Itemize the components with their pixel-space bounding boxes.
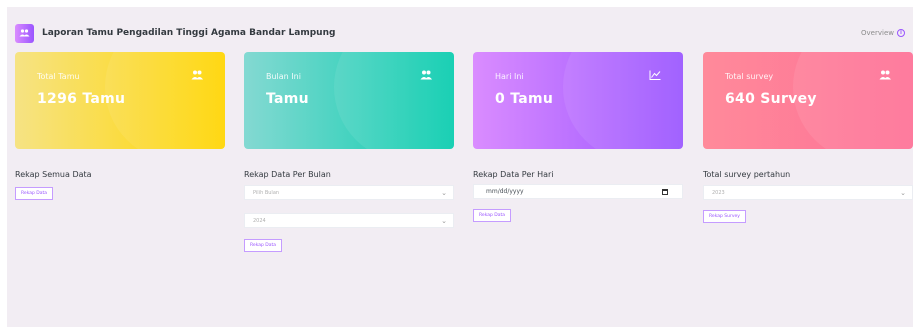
rekap-survey-button[interactable]: Rekap Survey: [703, 210, 746, 223]
users-icon: [15, 23, 34, 43]
survey-year-value: 2023: [712, 189, 725, 196]
section-rekap-semua: Rekap Semua Data Rekap Data: [15, 170, 229, 200]
chevron-down-icon: ⌄: [441, 189, 447, 197]
card-label: Total Tamu: [37, 72, 80, 81]
section-title: Total survey pertahun: [703, 170, 791, 179]
users-icon: [191, 70, 203, 80]
year-select[interactable]: 2024 ⌄: [244, 213, 454, 228]
card-label: Total survey: [725, 72, 774, 81]
date-placeholder: mm/dd/yyyy: [486, 188, 524, 195]
section-rekap-hari: Rekap Data Per Hari mm/dd/yyyy Rekap Dat…: [473, 170, 687, 222]
users-icon: [420, 70, 432, 80]
rekap-data-button[interactable]: Rekap Data: [15, 187, 54, 200]
year-select-value: 2024: [253, 217, 266, 224]
chevron-down-icon: ⌄: [441, 217, 447, 225]
card-total-tamu: Total Tamu 1296 Tamu: [15, 52, 225, 149]
card-value: 640 Survey: [725, 91, 817, 107]
section-title: Rekap Data Per Bulan: [244, 170, 331, 179]
rekap-data-button[interactable]: Rekap Data: [244, 239, 283, 252]
chart-line-icon: [649, 70, 661, 80]
overview-link[interactable]: Overview i: [861, 29, 905, 37]
card-value: 0 Tamu: [495, 91, 554, 107]
card-bulan-ini: Bulan Ini Tamu: [244, 52, 454, 149]
card-value: 1296 Tamu: [37, 91, 126, 107]
chevron-down-icon: ⌄: [900, 189, 906, 197]
card-total-survey: Total survey 640 Survey: [703, 52, 913, 149]
page-title: Laporan Tamu Pengadilan Tinggi Agama Ban…: [42, 28, 336, 38]
calendar-icon[interactable]: [662, 189, 668, 195]
survey-year-select[interactable]: 2023 ⌄: [703, 185, 913, 200]
section-rekap-bulan: Rekap Data Per Bulan Pilih Bulan ⌄ 2024 …: [244, 170, 458, 252]
card-value: Tamu: [266, 91, 309, 107]
page-header: Laporan Tamu Pengadilan Tinggi Agama Ban…: [15, 23, 905, 43]
section-survey: Total survey pertahun 2023 ⌄ Rekap Surve…: [703, 170, 915, 223]
card-label: Bulan Ini: [266, 72, 301, 81]
card-label: Hari Ini: [495, 72, 524, 81]
date-input[interactable]: mm/dd/yyyy: [473, 184, 683, 199]
section-title: Rekap Semua Data: [15, 170, 92, 179]
rekap-data-button[interactable]: Rekap Data: [473, 209, 512, 222]
overview-label: Overview: [861, 29, 894, 37]
month-select[interactable]: Pilih Bulan ⌄: [244, 185, 454, 200]
section-title: Rekap Data Per Hari: [473, 170, 554, 179]
users-icon: [879, 70, 891, 80]
page-content: Laporan Tamu Pengadilan Tinggi Agama Ban…: [7, 7, 913, 327]
month-select-value: Pilih Bulan: [253, 189, 280, 196]
card-hari-ini: Hari Ini 0 Tamu: [473, 52, 683, 149]
info-circle-icon: i: [897, 29, 905, 37]
